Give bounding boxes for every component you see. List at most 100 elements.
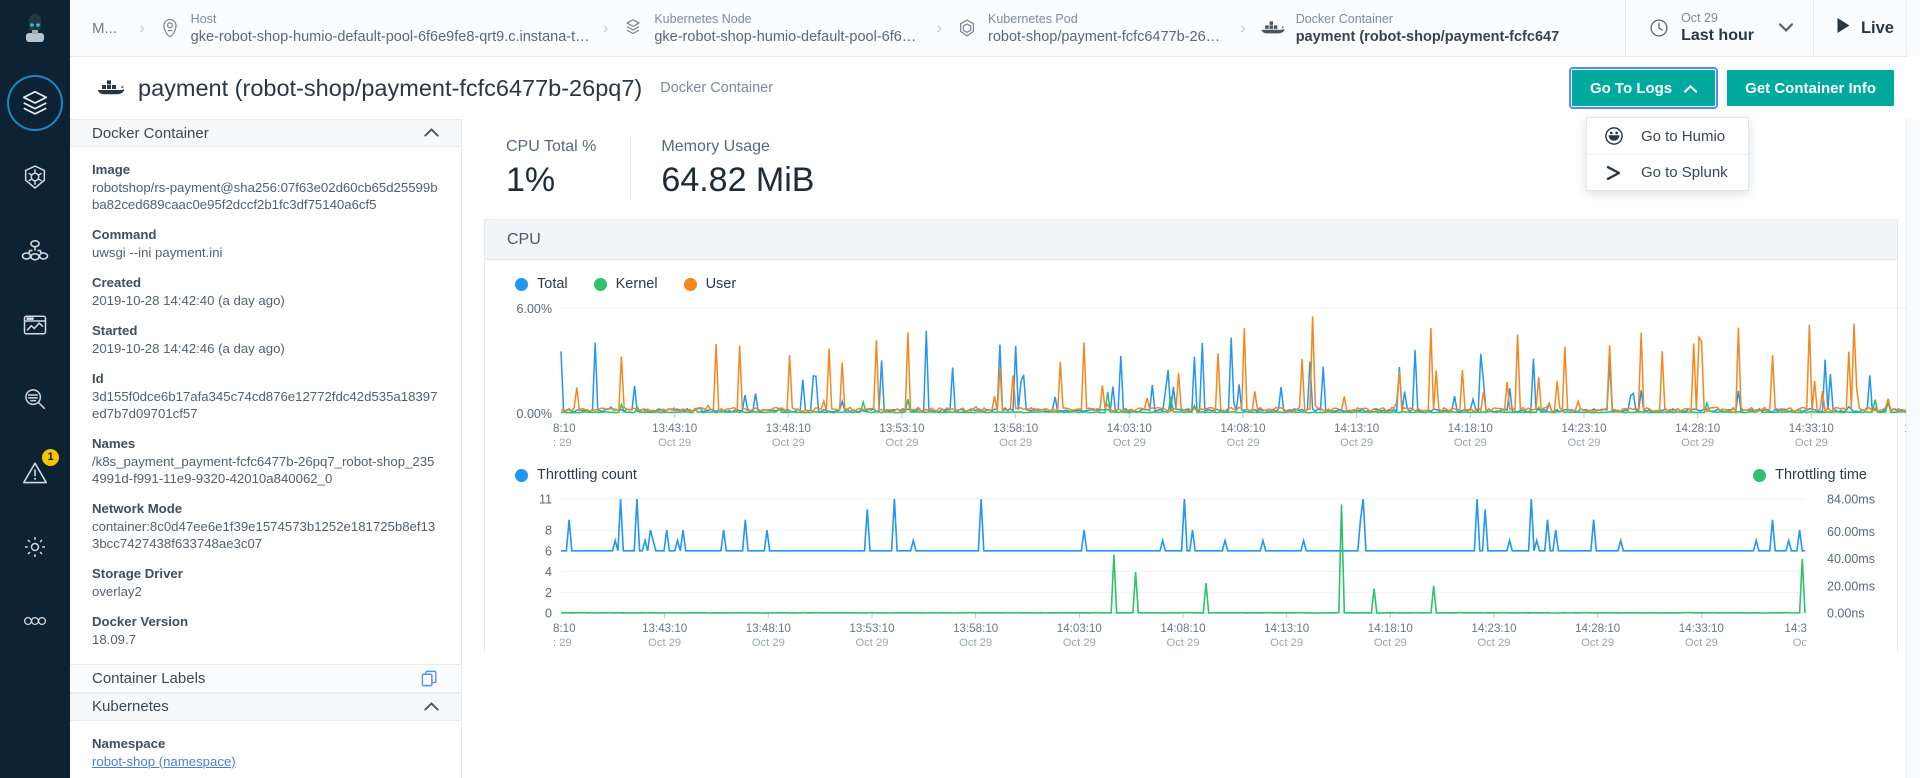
kpi-label: CPU Total % <box>506 138 597 155</box>
docker-icon <box>96 77 126 99</box>
kpi-memory-usage: Memory Usage 64.82 MiB <box>630 138 848 200</box>
kpi-value: 64.82 MiB <box>661 161 815 199</box>
robot-logo[interactable] <box>0 8 70 56</box>
page-subtitle: Docker Container <box>660 80 774 96</box>
namespace-link[interactable]: robot-shop (namespace) <box>92 754 236 769</box>
breadcrumb-item-host[interactable]: Host gke-robot-shop-humio-default-pool-6… <box>159 10 589 46</box>
go-to-logs-button[interactable]: Go To Logs <box>1568 67 1719 109</box>
svg-text:14:28:10: 14:28:10 <box>1675 422 1720 435</box>
field-value: 18.09.7 <box>92 632 136 648</box>
sidebar-item-trace-search[interactable] <box>7 371 63 427</box>
throttling-plot-svg: 0 2 4 6 8 11 0.00ns 20.00ms 40.00ms 60.00ms 84.00m… <box>539 493 1875 650</box>
time-range-picker[interactable]: Oct 29 Last hour <box>1625 0 1813 56</box>
svg-text:0: 0 <box>545 607 552 621</box>
svg-text:Oct 29: Oct 29 <box>1685 637 1718 649</box>
breadcrumb-item-docker-container[interactable]: Docker Container payment (robot-shop/pay… <box>1260 10 1560 46</box>
menu-item-go-to-humio[interactable]: Go to Humio <box>1587 118 1748 154</box>
section-body-docker-container: Image robotshop/rs-payment@sha256:07f63e… <box>70 147 461 664</box>
svg-text:Oct 29: Oct 29 <box>1478 637 1511 649</box>
services-icon <box>20 236 50 266</box>
breadcrumb-overflow[interactable]: M... <box>84 20 125 37</box>
section-header-docker-container[interactable]: Docker Container <box>70 119 461 148</box>
chevron-down-icon[interactable] <box>1778 19 1794 37</box>
legend-item-throttling-count[interactable]: Throttling count <box>515 467 637 483</box>
metrics-main: CPU Total % 1% Memory Usage 64.82 MiB CP… <box>462 119 1920 778</box>
splunk-chevron-icon <box>1603 165 1625 181</box>
page-title: payment (robot-shop/payment-fcfc6477b-26… <box>138 74 643 101</box>
legend-label: Total <box>537 276 568 292</box>
chevron-up-icon[interactable] <box>424 698 439 716</box>
svg-text:2: 2 <box>545 586 552 600</box>
chevron-up-icon <box>1684 80 1698 97</box>
svg-text:4: 4 <box>545 565 552 579</box>
section-body-kubernetes: Namespace robot-shop (namespace) <box>70 721 461 778</box>
cpu-plot[interactable]: 6.00% 0.00% 8:10: 29 13:43:10 Oct 29 13:48:10… <box>485 296 1920 451</box>
breadcrumb-item-kubernetes-node[interactable]: Kubernetes Node gke-robot-shop-humio-def… <box>622 10 922 46</box>
breadcrumb-item-kubernetes-pod[interactable]: Kubernetes Pod robot-shop/payment-fcfc64… <box>956 10 1226 46</box>
sidebar-item-analytics[interactable] <box>7 297 63 353</box>
legend-item-total[interactable]: Total <box>515 276 568 292</box>
field-key: Id <box>92 371 104 387</box>
throttling-plot[interactable]: 0 2 4 6 8 11 0.00ns 20.00ms 40.00ms 60.00ms 84.00m… <box>485 487 1897 652</box>
get-container-info-button[interactable]: Get Container Info <box>1727 70 1894 106</box>
detail-field-names: Names /k8s_payment_payment-fcfc6477b-26p… <box>92 435 439 487</box>
svg-text:14:13:10: 14:13:10 <box>1264 622 1309 635</box>
field-value: 2019-10-28 14:42:46 (a day ago) <box>92 341 285 357</box>
legend-item-user[interactable]: User <box>683 276 736 292</box>
copy-icon[interactable] <box>420 669 439 688</box>
svg-text:11: 11 <box>539 493 552 507</box>
field-key: Namespace <box>92 735 166 751</box>
live-button[interactable]: Live <box>1812 0 1920 56</box>
svg-text:: 29: : 29 <box>553 637 572 649</box>
sidebar-item-more[interactable] <box>7 593 63 649</box>
menu-item-label: Go to Splunk <box>1640 164 1728 181</box>
detail-field-storage-driver: Storage Driver overlay2 <box>92 565 439 600</box>
menu-item-label: Go to Humio <box>1640 127 1726 145</box>
live-label: Live <box>1860 18 1894 37</box>
breadcrumb-label: Kubernetes Pod <box>988 12 1078 26</box>
sidebar-item-services[interactable] <box>7 223 63 279</box>
field-key: Network Mode <box>92 501 183 517</box>
svg-text:13:58:10: 13:58:10 <box>993 422 1038 435</box>
svg-text:14:13:10: 14:13:10 <box>1334 422 1379 435</box>
sidebar-item-events[interactable]: 1 <box>7 445 63 501</box>
analytics-window-icon <box>21 311 49 339</box>
field-value: 2019-10-28 14:42:40 (a day ago) <box>92 293 285 309</box>
legend-item-throttling-time[interactable]: Throttling time <box>1753 467 1867 483</box>
cpu-chart-title: CPU <box>485 220 1897 260</box>
svg-text:8:10: 8:10 <box>553 422 576 435</box>
legend-item-kernel[interactable]: Kernel <box>593 276 658 292</box>
svg-text:Oct 29: Oct 29 <box>856 637 889 649</box>
svg-text:13:53:10: 13:53:10 <box>849 622 894 635</box>
svg-text:6: 6 <box>545 544 552 558</box>
section-header-kubernetes[interactable]: Kubernetes <box>70 692 461 721</box>
breadcrumb-separator: › <box>936 18 943 37</box>
legend-swatch <box>1753 468 1767 482</box>
svg-text:60.00ms: 60.00ms <box>1827 525 1875 539</box>
sidebar-item-stack[interactable] <box>7 75 63 131</box>
chevron-up-icon[interactable] <box>424 124 439 142</box>
field-value: overlay2 <box>92 584 142 600</box>
svg-text:Oct 29: Oct 29 <box>1063 637 1096 649</box>
breadcrumb-separator: › <box>1240 18 1246 37</box>
menu-item-go-to-splunk[interactable]: Go to Splunk <box>1586 154 1748 190</box>
breadcrumb-label: Host <box>190 12 217 26</box>
svg-text:Oct 29: Oct 29 <box>1167 637 1200 649</box>
field-value: uwsgi --ini payment.ini <box>92 245 223 261</box>
svg-text:: 29: : 29 <box>553 437 572 449</box>
section-header-container-labels[interactable]: Container Labels <box>70 664 461 693</box>
svg-text:Oct 29: Oct 29 <box>1270 637 1303 649</box>
field-key: Storage Driver <box>92 566 183 582</box>
svg-text:0.00ns: 0.00ns <box>1827 607 1865 621</box>
sidebar-item-kubernetes[interactable] <box>7 149 63 205</box>
svg-text:13:48:10: 13:48:10 <box>766 422 811 435</box>
field-value: 3d155f0dce6b17afa345c74cd876e12772fdc42d… <box>92 389 438 422</box>
docker-icon <box>1260 18 1286 38</box>
breadcrumb-separator: › <box>602 18 609 37</box>
legend-swatch <box>683 277 697 291</box>
sidebar-item-settings[interactable] <box>7 519 63 575</box>
magnifier-icon <box>21 385 49 413</box>
svg-text:14:23:10: 14:23:10 <box>1471 622 1516 635</box>
svg-text:13:58:10: 13:58:10 <box>953 622 998 635</box>
detail-field-network-mode: Network Mode container:8c0d47ee6e1f39e15… <box>92 500 439 552</box>
